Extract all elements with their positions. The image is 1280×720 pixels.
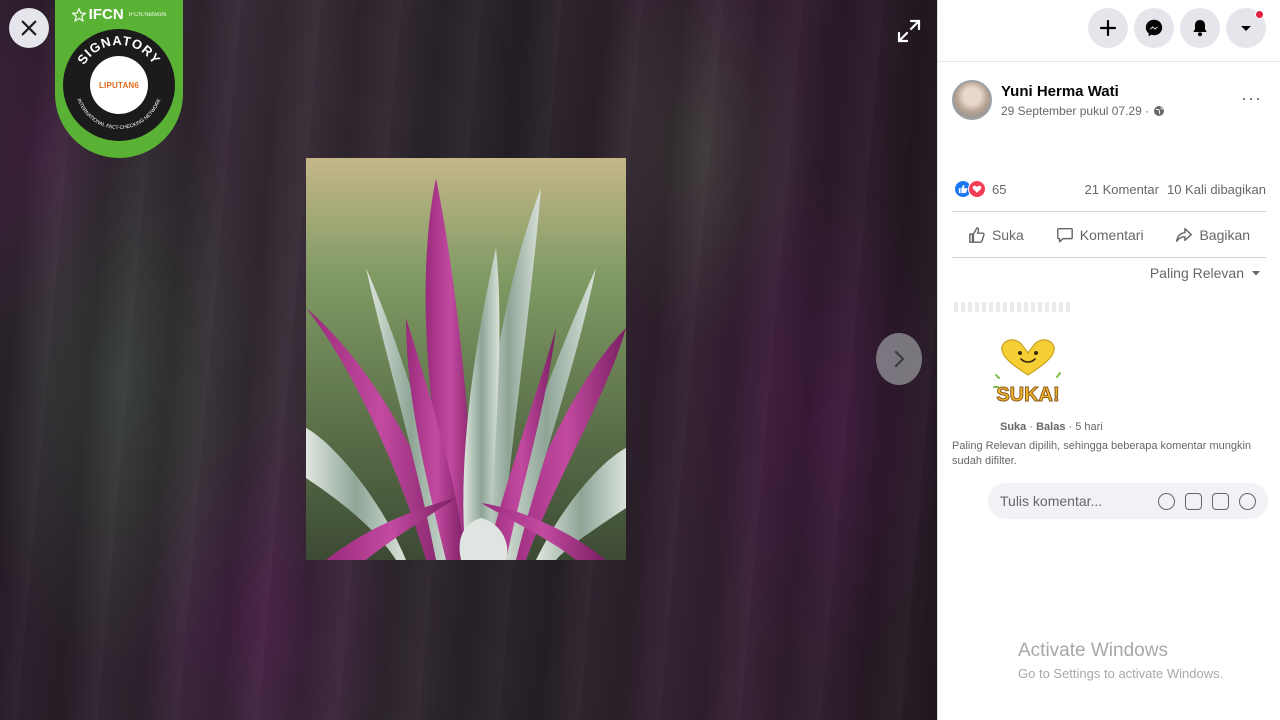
blurred-commenter-name xyxy=(954,302,1072,312)
divider xyxy=(952,257,1266,258)
author-block: Yuni Herma Wati 29 September pukul 07.29… xyxy=(1001,83,1165,118)
comment-sort-dropdown[interactable]: Paling Relevan xyxy=(1150,265,1262,281)
comment-age[interactable]: 5 hari xyxy=(1075,421,1103,433)
composer-tools xyxy=(1158,492,1268,510)
relevance-notice: Paling Relevan dipilih, sehingga beberap… xyxy=(952,440,1252,467)
author-name[interactable]: Yuni Herma Wati xyxy=(1001,83,1165,100)
emoji-icon[interactable] xyxy=(1158,492,1175,510)
comment-input[interactable] xyxy=(1000,493,1150,509)
suka-sticker: SUKA! xyxy=(993,339,1061,407)
camera-icon[interactable] xyxy=(1185,492,1202,510)
sort-label: Paling Relevan xyxy=(1149,265,1244,281)
ifcn-brand-sub: IFCN.Network xyxy=(128,11,167,18)
close-viewer-button[interactable] xyxy=(9,8,49,48)
account-menu-button[interactable] xyxy=(1226,8,1266,48)
gif-icon[interactable] xyxy=(1212,492,1229,510)
fullscreen-icon[interactable] xyxy=(896,18,922,44)
comment-meta: Suka · Balas · 5 hari xyxy=(1000,421,1103,433)
ifcn-seal: SIGNATORY INTERNATIONAL FACT-CHECKING NE… xyxy=(63,29,175,141)
next-photo-button[interactable] xyxy=(876,333,922,385)
notification-dot xyxy=(1255,10,1264,19)
post-side-panel: Yuni Herma Wati 29 September pukul 07.29… xyxy=(937,0,1280,720)
bell-icon xyxy=(1193,20,1207,37)
watermark-subtitle: Go to Settings to activate Windows. xyxy=(1018,666,1224,681)
stats-right: 21 Komentar 10 Kali dibagikan xyxy=(1085,182,1266,197)
messenger-button[interactable] xyxy=(1134,8,1174,48)
seal-ring-text: SIGNATORY xyxy=(74,33,163,67)
windows-activation-watermark: Activate Windows Go to Settings to activ… xyxy=(1018,640,1223,681)
comment-count[interactable]: 21 Komentar xyxy=(1085,182,1159,197)
thumbs-up-icon xyxy=(969,227,985,243)
watermark-title: Activate Windows xyxy=(1018,640,1168,661)
like-label: Suka xyxy=(991,227,1024,243)
photo-viewer: IFCN IFCN.Network SIGNATORY INTERNATIONA… xyxy=(0,0,937,720)
post-header: Yuni Herma Wati 29 September pukul 07.29… xyxy=(952,80,1165,120)
reaction-icons[interactable] xyxy=(954,180,986,198)
share-icon xyxy=(1176,227,1193,243)
post-actions: Suka Komentari Bagikan xyxy=(952,216,1266,254)
like-button[interactable]: Suka xyxy=(968,226,1024,244)
chevron-right-icon xyxy=(894,350,905,368)
post-photo xyxy=(306,158,626,560)
ifcn-header: IFCN IFCN.Network xyxy=(71,6,167,23)
separator-dot: · xyxy=(1029,421,1034,433)
create-button[interactable] xyxy=(1088,8,1128,48)
love-reaction-icon xyxy=(968,180,986,198)
comment-label: Komentari xyxy=(1079,227,1144,243)
sticker-icon[interactable] xyxy=(1239,492,1256,510)
star-icon xyxy=(71,7,86,22)
seal-ring-text-bottom: INTERNATIONAL FACT-CHECKING NETWORK xyxy=(76,97,163,131)
divider xyxy=(952,211,1266,212)
comment-like-link[interactable]: Suka xyxy=(1000,421,1026,433)
plus-icon xyxy=(1099,19,1117,37)
ifcn-signatory-badge: IFCN IFCN.Network SIGNATORY INTERNATIONA… xyxy=(55,0,183,158)
caret-down-icon xyxy=(1252,271,1260,276)
comment-icon xyxy=(1056,227,1073,243)
post-timestamp: 29 September pukul 07.29 · xyxy=(1001,104,1165,118)
comment-composer xyxy=(988,483,1268,519)
reaction-stats: 65 21 Komentar 10 Kali dibagikan xyxy=(954,178,1266,200)
svg-text:INTERNATIONAL FACT-CHECKING NE: INTERNATIONAL FACT-CHECKING NETWORK xyxy=(76,97,163,131)
sticker-text: SUKA! xyxy=(996,384,1059,406)
close-icon xyxy=(21,20,37,36)
notifications-button[interactable] xyxy=(1180,8,1220,48)
svg-text:SIGNATORY: SIGNATORY xyxy=(74,33,164,67)
ifcn-brand: IFCN xyxy=(88,6,124,23)
globe-icon xyxy=(1154,105,1165,116)
seal-ring: SIGNATORY INTERNATIONAL FACT-CHECKING NE… xyxy=(74,33,164,131)
share-button[interactable]: Bagikan xyxy=(1175,226,1250,244)
share-label: Bagikan xyxy=(1199,227,1251,243)
post-time-text[interactable]: 29 September pukul 07.29 · xyxy=(1001,104,1149,118)
comment-reply-link[interactable]: Balas xyxy=(1036,421,1065,433)
share-count[interactable]: 10 Kali dibagikan xyxy=(1167,182,1266,197)
separator-dot: · xyxy=(1068,421,1073,433)
messenger-icon xyxy=(1145,19,1163,37)
post-more-button[interactable]: ··· xyxy=(1241,88,1262,109)
caret-down-icon xyxy=(1241,26,1251,31)
avatar[interactable] xyxy=(952,80,992,120)
top-bar xyxy=(938,0,1280,62)
reaction-count[interactable]: 65 xyxy=(992,182,1006,197)
comment-button[interactable]: Komentari xyxy=(1056,226,1144,244)
